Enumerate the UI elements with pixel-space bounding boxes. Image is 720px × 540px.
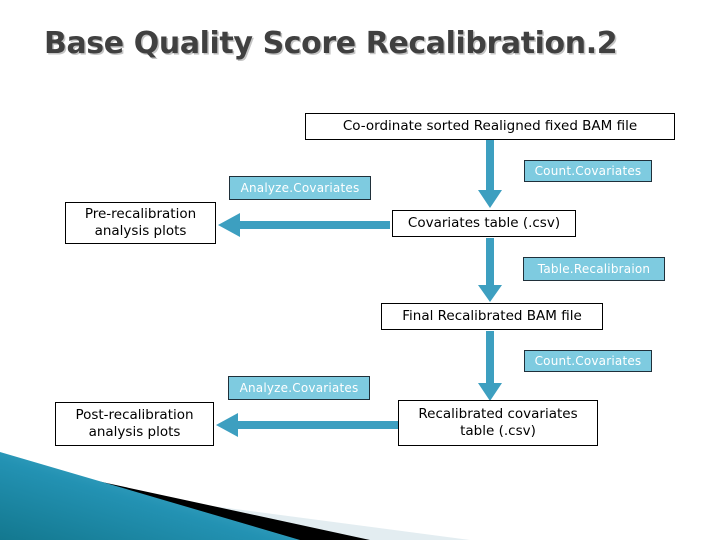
node-post-plots-line2: analysis plots bbox=[88, 424, 181, 440]
node-pre-recalibration-plots: Pre-recalibration analysis plots bbox=[65, 202, 216, 244]
tool-label-count-covariates-top-text: Count.Covariates bbox=[534, 164, 642, 178]
tool-label-table-recalibration[interactable]: Table.Recalibraion bbox=[523, 257, 665, 281]
node-pre-plots-line1: Pre-recalibration bbox=[84, 206, 197, 223]
tool-label-table-recalibration-text: Table.Recalibraion bbox=[537, 262, 651, 276]
arrow-final-bam-to-recal-table bbox=[477, 331, 503, 403]
arrow-covariates-to-pre-plots bbox=[218, 213, 390, 237]
node-recal-table-line1: Recalibrated covariates bbox=[418, 406, 578, 423]
tool-label-analyze-covariates-bottom[interactable]: Analyze.Covariates bbox=[228, 376, 370, 400]
node-covariates-table-label: Covariates table (.csv) bbox=[407, 215, 561, 232]
node-post-recalibration-plots: Post-recalibration analysis plots bbox=[55, 402, 214, 446]
tool-label-analyze-covariates-bottom-text: Analyze.Covariates bbox=[239, 381, 359, 395]
footer-triangles-decoration bbox=[0, 430, 720, 540]
tool-label-analyze-covariates-top-text: Analyze.Covariates bbox=[240, 181, 360, 195]
node-final-bam-label: Final Recalibrated BAM file bbox=[402, 308, 582, 325]
page-title: Base Quality Score Recalibration.2 bbox=[44, 26, 618, 61]
tool-label-analyze-covariates-top[interactable]: Analyze.Covariates bbox=[229, 176, 371, 200]
node-covariates-table: Covariates table (.csv) bbox=[392, 210, 576, 237]
node-input-bam: Co-ordinate sorted Realigned fixed BAM f… bbox=[305, 113, 675, 140]
tool-label-count-covariates-bottom[interactable]: Count.Covariates bbox=[524, 350, 652, 372]
node-recalibrated-covariates-table: Recalibrated covariates table (.csv) bbox=[398, 400, 598, 446]
arrow-covariates-to-final-bam bbox=[477, 238, 503, 304]
node-recal-table-line2: table (.csv) bbox=[460, 423, 536, 439]
tool-label-count-covariates-top[interactable]: Count.Covariates bbox=[524, 160, 652, 182]
node-final-recalibrated-bam: Final Recalibrated BAM file bbox=[381, 303, 603, 330]
node-input-bam-label: Co-ordinate sorted Realigned fixed BAM f… bbox=[342, 118, 638, 135]
tool-label-count-covariates-bottom-text: Count.Covariates bbox=[534, 354, 642, 368]
arrow-input-to-covariates bbox=[477, 140, 503, 210]
arrow-recal-table-to-post-plots bbox=[216, 413, 398, 437]
node-post-plots-line1: Post-recalibration bbox=[75, 407, 194, 424]
slide-canvas: Base Quality Score Recalibration.2 Co-or… bbox=[0, 0, 720, 540]
node-pre-plots-line2: analysis plots bbox=[94, 223, 187, 239]
